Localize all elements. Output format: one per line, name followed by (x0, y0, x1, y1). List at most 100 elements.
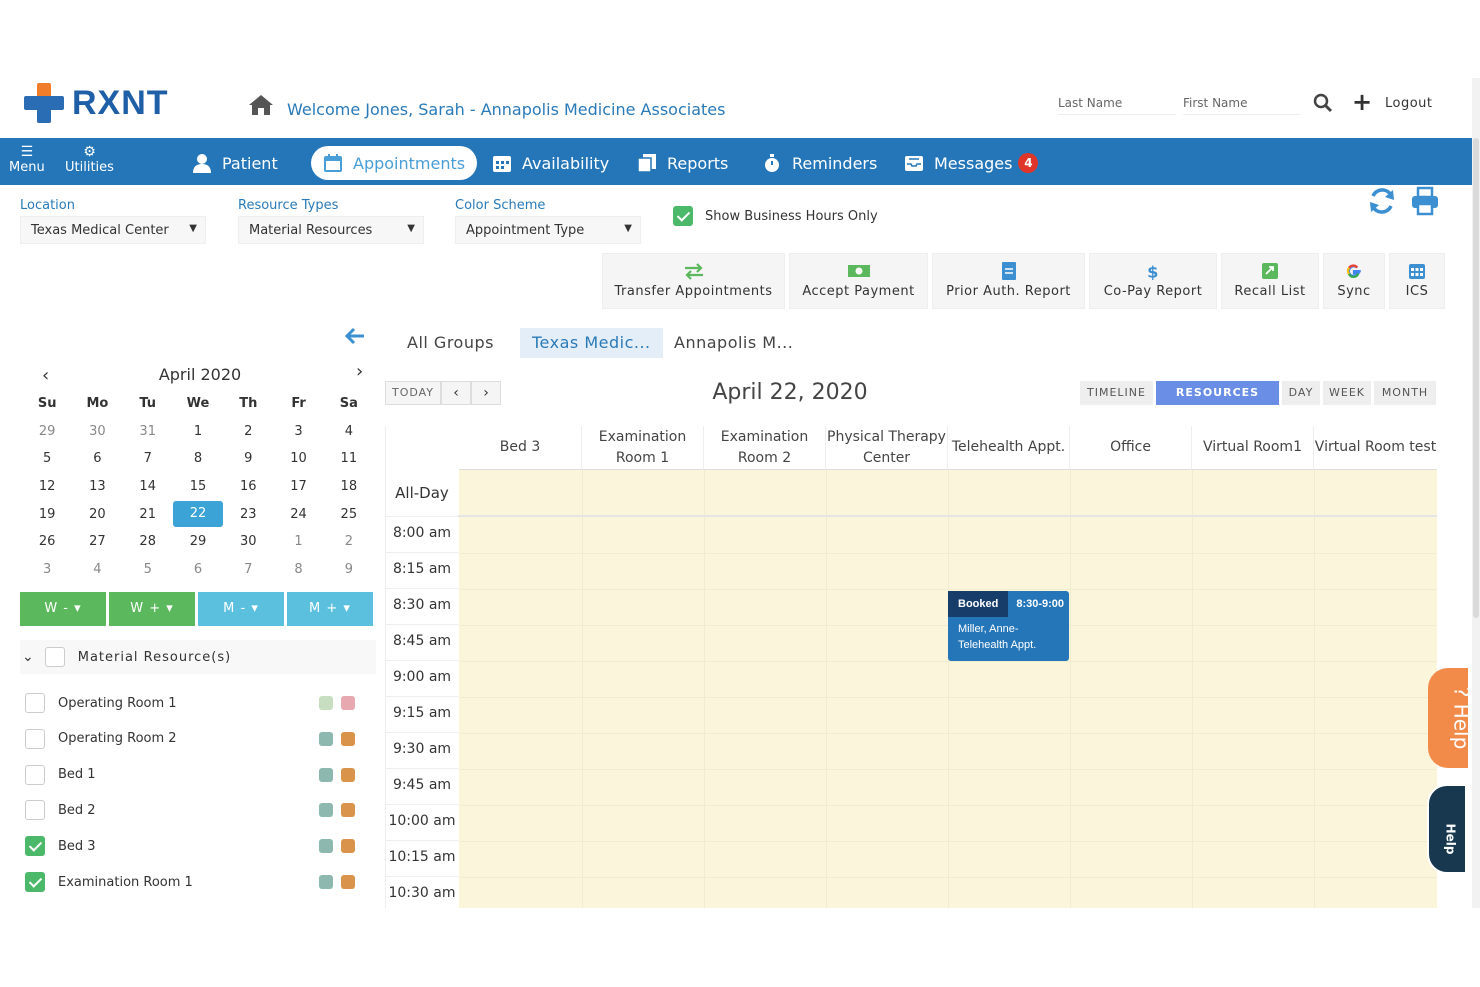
ics-button[interactable]: ICS (1389, 253, 1445, 309)
scrollbar-thumb[interactable] (1473, 138, 1479, 618)
calendar-day[interactable]: 6 (173, 562, 223, 577)
resource-checkbox[interactable] (25, 764, 45, 785)
resource-item[interactable]: Examination Room 1 (25, 869, 375, 895)
resource-column-header[interactable]: Virtual Room test (1314, 426, 1437, 470)
resource-column-header[interactable]: Telehealth Appt. (948, 426, 1070, 470)
help-chat-tab[interactable]: Help (1427, 784, 1467, 874)
view-timeline[interactable]: TIMELINE (1080, 381, 1153, 405)
calendar-day[interactable]: 29 (22, 424, 72, 439)
refresh-icon[interactable] (1367, 186, 1397, 216)
calendar-day[interactable]: 23 (223, 507, 273, 522)
resource-item[interactable]: Operating Room 1 (25, 690, 375, 716)
nav-patient[interactable]: Patient (180, 146, 290, 180)
calendar-day[interactable]: 12 (22, 479, 72, 494)
resource-color-swatch[interactable] (319, 767, 333, 782)
tab-annapolis[interactable]: Annapolis M... (662, 328, 805, 358)
resource-checkbox[interactable] (25, 872, 45, 892)
tab-texas-medical[interactable]: Texas Medic... (520, 328, 663, 358)
resource-color-swatch[interactable] (341, 875, 355, 889)
location-select[interactable]: Texas Medical Center ▼ (20, 216, 206, 244)
calendar-day[interactable]: 19 (22, 507, 72, 522)
resource-color-swatch[interactable] (341, 839, 355, 854)
calendar-day[interactable]: 4 (72, 562, 122, 577)
help-tab[interactable]: ? Help (1428, 668, 1473, 768)
calendar-day[interactable]: 26 (22, 534, 72, 549)
calendar-day[interactable]: 5 (22, 451, 72, 466)
resource-color-swatch[interactable] (319, 731, 333, 746)
calendar-day[interactable]: 5 (123, 562, 173, 577)
business-hours-checkbox[interactable] (673, 206, 693, 226)
calendar-day[interactable]: 7 (223, 562, 273, 577)
calendar-day[interactable]: 17 (273, 479, 323, 494)
calendar-day[interactable]: 8 (173, 451, 223, 466)
accept-payment-button[interactable]: Accept Payment (789, 253, 928, 309)
nav-reports[interactable]: Reports (625, 146, 740, 180)
add-icon[interactable]: + (1352, 90, 1372, 114)
resource-color-swatch[interactable] (341, 696, 355, 710)
calendar-day[interactable]: 4 (324, 424, 374, 439)
chevron-down-icon[interactable]: ⌄ (22, 649, 35, 665)
nav-availability[interactable]: Availability (480, 146, 621, 180)
calendar-day[interactable]: 24 (273, 507, 323, 522)
last-name-field[interactable]: Last Name (1058, 96, 1176, 115)
select-all-checkbox[interactable] (44, 647, 65, 667)
all-day-row[interactable] (386, 470, 1437, 517)
co-pay-report-button[interactable]: $ Co-Pay Report (1089, 253, 1217, 309)
calendar-day[interactable]: 15 (173, 479, 223, 494)
color-scheme-select[interactable]: Appointment Type ▼ (455, 216, 641, 244)
calendar-day[interactable]: 14 (123, 479, 173, 494)
calendar-day[interactable]: 6 (72, 451, 122, 466)
sync-button[interactable]: Sync (1323, 253, 1385, 309)
resource-item[interactable]: Bed 2 (25, 797, 375, 823)
resource-item[interactable]: Bed 3 (25, 833, 375, 859)
utilities-button[interactable]: ⚙ Utilities (65, 144, 114, 175)
next-day-icon[interactable]: › (471, 381, 501, 405)
prev-month-icon[interactable]: ‹ (42, 365, 49, 386)
view-resources[interactable]: RESOURCES VIEW (1156, 381, 1279, 423)
view-month[interactable]: MONTH (1374, 381, 1436, 405)
tab-all-groups[interactable]: All Groups (395, 328, 506, 358)
resource-item[interactable]: Operating Room 2 (25, 726, 375, 752)
calendar-day[interactable]: 8 (273, 562, 323, 577)
calendar-day[interactable]: 31 (123, 424, 173, 439)
transfer-appointments-button[interactable]: Transfer Appointments (602, 253, 785, 309)
logout-link[interactable]: Logout (1385, 96, 1433, 111)
rxnt-logo[interactable]: RXNT (24, 83, 169, 123)
today-button[interactable]: TODAY (385, 381, 441, 405)
search-icon[interactable] (1313, 93, 1333, 113)
resource-color-swatch[interactable] (319, 696, 333, 710)
calendar-day[interactable]: 10 (273, 451, 323, 466)
business-hours-toggle[interactable]: Show Business Hours Only (673, 206, 878, 226)
prior-auth-report-button[interactable]: Prior Auth. Report (932, 253, 1085, 309)
week-plus-button[interactable]: W + ▾ (109, 592, 195, 626)
calendar-day[interactable]: 9 (324, 562, 374, 577)
calendar-day[interactable]: 30 (223, 534, 273, 549)
resource-checkbox[interactable] (25, 693, 45, 713)
resource-color-swatch[interactable] (341, 731, 355, 746)
calendar-day[interactable]: 27 (72, 534, 122, 549)
month-plus-button[interactable]: M + ▾ (287, 592, 373, 626)
calendar-day[interactable]: 29 (173, 534, 223, 549)
resource-column-header[interactable]: Examination Room 2 (704, 426, 826, 470)
resource-color-swatch[interactable] (341, 767, 355, 782)
calendar-day[interactable]: 1 (173, 424, 223, 439)
calendar-day[interactable]: 22 (172, 501, 224, 528)
resource-column-header[interactable]: Bed 3 (459, 426, 582, 470)
resource-column-header[interactable]: Examination Room 1 (582, 426, 704, 470)
resource-checkbox[interactable] (25, 836, 45, 857)
month-minus-button[interactable]: M - ▾ (198, 592, 284, 626)
calendar-day[interactable]: 2 (324, 534, 374, 549)
resource-color-swatch[interactable] (341, 803, 355, 818)
nav-messages[interactable]: Messages 4 (892, 146, 1050, 180)
calendar-day[interactable]: 2 (223, 424, 273, 439)
calendar-day[interactable]: 9 (223, 451, 273, 466)
resource-checkbox[interactable] (25, 728, 45, 749)
calendar-day[interactable]: 16 (223, 479, 273, 494)
recall-list-button[interactable]: Recall List (1221, 253, 1319, 309)
appointment-card[interactable]: Booked 8:30-9:00 Miller, Anne- Telehealt… (948, 591, 1069, 661)
print-icon[interactable] (1410, 186, 1440, 216)
resource-checkbox[interactable] (25, 800, 45, 821)
resource-color-swatch[interactable] (319, 803, 333, 818)
calendar-day[interactable]: 28 (123, 534, 173, 549)
calendar-day[interactable]: 18 (324, 479, 374, 494)
